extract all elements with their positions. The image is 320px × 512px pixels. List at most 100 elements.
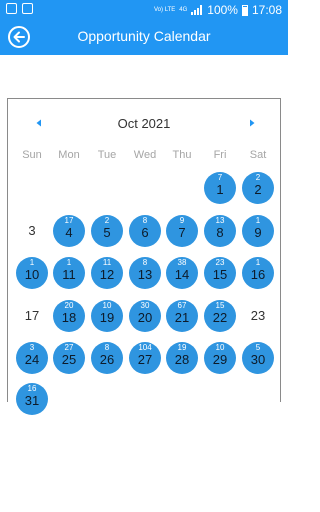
event-count-badge: 10 — [215, 343, 225, 352]
day-number: 30 — [250, 352, 266, 367]
event-count-badge: 1 — [29, 258, 35, 267]
event-count-badge: 19 — [177, 343, 187, 352]
weekday-sat: Sat — [249, 149, 267, 161]
day-number: 22 — [212, 310, 228, 325]
battery-icon — [241, 4, 248, 16]
day-cell[interactable]: 97 — [166, 215, 198, 247]
event-count-badge: 2 — [255, 173, 261, 182]
day-cell[interactable]: 15 22 — [204, 300, 236, 332]
event-count-badge: 67 — [177, 301, 187, 310]
day-cell[interactable]: 19 — [242, 215, 274, 247]
app-bar: Opportunity Calendar — [0, 20, 288, 55]
day-number: 8 — [216, 225, 224, 240]
event-count-badge: 1 — [255, 216, 261, 225]
day-cell[interactable]: 3 24 — [16, 342, 48, 374]
day-number: 27 — [137, 352, 153, 367]
network-type: 4G — [179, 7, 188, 13]
day-number: 16 — [250, 267, 266, 282]
day-number: 2 — [254, 182, 262, 197]
day-cell[interactable]: 30 20 — [129, 300, 161, 332]
day-cell[interactable]: 27 25 — [53, 342, 85, 374]
event-count-badge: 16 — [27, 384, 37, 393]
day-cell[interactable]: 1 16 — [242, 257, 274, 289]
day-cell[interactable]: 19 28 — [166, 342, 198, 374]
day-cell[interactable]: 1 11 — [53, 257, 85, 289]
battery-percent: 100% — [207, 3, 238, 17]
event-count-badge: 30 — [140, 301, 150, 310]
day-number: 4 — [65, 225, 73, 240]
event-count-badge: 27 — [64, 343, 74, 352]
day-cell[interactable]: 13 8 — [204, 215, 236, 247]
status-bar: Vo) LTE 4G 100% 17:08 — [0, 0, 288, 20]
event-count-badge: 23 — [215, 258, 225, 267]
day-cell[interactable]: 104 27 — [129, 342, 161, 374]
event-count-badge: 7 — [217, 173, 223, 182]
day-number: 23 — [250, 308, 266, 323]
event-count-badge: 11 — [102, 258, 112, 267]
day-cell[interactable]: 25 — [91, 215, 123, 247]
event-count-badge: 104 — [138, 343, 152, 352]
image-notification-icon — [6, 3, 17, 14]
day-number: 5 — [103, 225, 111, 240]
day-cell[interactable]: 1 10 — [16, 257, 48, 289]
day-number: 3 — [28, 223, 36, 238]
day-number: 10 — [24, 267, 40, 282]
event-count-badge: 1 — [66, 258, 72, 267]
clock: 17:08 — [251, 3, 282, 17]
day-number: 20 — [137, 310, 153, 325]
day-number: 12 — [99, 267, 115, 282]
event-count-badge: 2 — [104, 216, 110, 225]
event-count-badge: 8 — [104, 343, 110, 352]
weekday-sun: Sun — [22, 149, 42, 161]
day-cell[interactable]: 16 31 — [16, 383, 48, 415]
weekday-wed: Wed — [133, 149, 157, 161]
event-count-badge: 5 — [255, 343, 261, 352]
weekday-tue: Tue — [97, 149, 117, 161]
day-number: 6 — [141, 225, 149, 240]
event-count-badge: 10 — [102, 301, 112, 310]
event-count-badge: 8 — [142, 216, 148, 225]
day-number: 18 — [61, 310, 77, 325]
day-number: 19 — [99, 310, 115, 325]
day-number: 26 — [99, 352, 115, 367]
day-cell[interactable]: 17 — [16, 300, 48, 332]
event-count-badge: 17 — [64, 216, 74, 225]
day-number: 29 — [212, 352, 228, 367]
day-number: 24 — [24, 352, 40, 367]
day-number: 11 — [62, 267, 76, 282]
message-notification-icon — [22, 3, 33, 14]
day-number: 28 — [174, 352, 190, 367]
day-cell[interactable]: 23 15 — [204, 257, 236, 289]
day-cell[interactable]: 38 14 — [166, 257, 198, 289]
next-month-button[interactable] — [247, 118, 257, 128]
day-cell[interactable]: 71 — [204, 172, 236, 204]
day-number: 15 — [212, 267, 228, 282]
day-cell[interactable]: 10 19 — [91, 300, 123, 332]
day-cell[interactable]: 22 — [242, 172, 274, 204]
day-cell[interactable]: 3 — [16, 215, 48, 247]
day-cell[interactable]: 20 18 — [53, 300, 85, 332]
day-cell[interactable]: 8 26 — [91, 342, 123, 374]
day-number: 1 — [216, 182, 224, 197]
calendar: Oct 2021 Sun Mon Tue Wed Thu Fri Sat 712… — [7, 98, 281, 415]
weekday-fri: Fri — [213, 149, 227, 161]
day-cell[interactable]: 11 12 — [91, 257, 123, 289]
day-number: 31 — [24, 393, 40, 408]
event-count-badge: 8 — [142, 258, 148, 267]
day-number: 17 — [24, 308, 40, 323]
day-number: 14 — [174, 267, 190, 282]
day-cell[interactable]: 5 30 — [242, 342, 274, 374]
event-count-badge: 1 — [255, 258, 261, 267]
signal-icon — [191, 5, 203, 15]
day-cell[interactable]: 8 13 — [129, 257, 161, 289]
day-number: 7 — [178, 225, 186, 240]
day-number: 21 — [174, 310, 190, 325]
event-count-badge: 3 — [29, 343, 35, 352]
day-cell[interactable]: 86 — [129, 215, 161, 247]
volte-indicator: Vo) LTE — [154, 7, 176, 13]
day-cell[interactable]: 67 21 — [166, 300, 198, 332]
day-cell[interactable]: 23 — [242, 300, 274, 332]
day-cell[interactable]: 17 4 — [53, 215, 85, 247]
day-cell[interactable]: 10 29 — [204, 342, 236, 374]
event-count-badge: 13 — [215, 216, 225, 225]
